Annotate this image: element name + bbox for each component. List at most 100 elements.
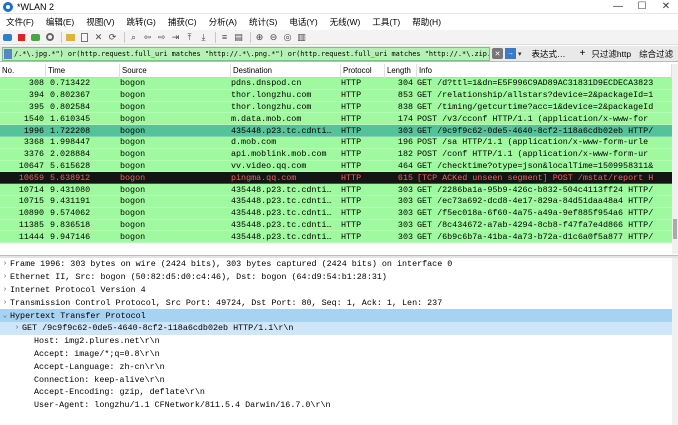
maximize-button[interactable]: ☐ [630, 0, 654, 14]
collapsed-arrow-icon[interactable]: › [0, 299, 10, 307]
detail-row[interactable]: ⌄ Hypertext Transfer Protocol [0, 309, 672, 322]
stop-capture-icon[interactable] [16, 32, 27, 43]
packet-row[interactable]: 3368 1.998447 bogon d.mob.com HTTP 196 POST /s… [0, 136, 672, 149]
packet-row[interactable]: 10647 5.615628 bogon vv.video.qq.com HTTP 464… [0, 160, 672, 173]
colorize-icon[interactable]: ▤ [233, 32, 244, 43]
details-scrollbar[interactable] [672, 258, 678, 425]
packet-row[interactable]: 3376 2.028884 bogon api.moblink.mob.com HTTP… [0, 148, 672, 161]
detail-row[interactable]: Accept-Encoding: gzip, deflate\r\n [0, 386, 672, 399]
menu-file[interactable]: 文件(F) [0, 16, 40, 28]
packet-cell-info: GET /relationship/allstars?device=2&pack… [417, 90, 654, 101]
close-button[interactable]: ✕ [654, 0, 678, 14]
packet-row[interactable]: 10890 9.574062 bogon 435448.p23.tc.cdnti… HT… [0, 207, 672, 220]
detail-row[interactable]: › Internet Protocol Version 4 [0, 284, 672, 297]
packet-row[interactable]: 1996 1.722208 bogon 435448.p23.tc.cdnti… HTT… [0, 125, 672, 137]
detail-row[interactable]: › Frame 1996: 303 bytes on wire (2424 bit… [0, 258, 672, 271]
packet-cell-info: POST /v3/cconf HTTP/1.1 (application/x-w… [417, 113, 649, 124]
detail-row[interactable]: Accept-Language: zh-cn\r\n [0, 360, 672, 373]
packet-cell-src: bogon [120, 149, 146, 160]
capture-options-icon[interactable] [44, 32, 55, 43]
detail-row[interactable]: › Ethernet II, Src: bogon (50:82:d5:d0:c4… [0, 271, 672, 284]
packet-row[interactable]: 394 0.802367 bogon thor.longzhu.com HTTP 853 G… [0, 89, 672, 102]
zoom-in-icon[interactable]: ⊕ [254, 32, 265, 43]
start-capture-icon[interactable] [2, 32, 13, 43]
filter-bookmark-icon[interactable] [4, 48, 12, 59]
detail-row[interactable]: Connection: keep-alive\r\n [0, 373, 672, 386]
collapsed-arrow-icon[interactable]: › [0, 273, 10, 281]
column-header-time[interactable]: Time [46, 64, 120, 78]
collapsed-arrow-icon[interactable]: › [0, 286, 10, 294]
packet-row[interactable]: 1540 1.610345 bogon m.data.mob.com HTTP 174 PO… [0, 113, 672, 126]
close-file-icon[interactable]: ✕ [93, 32, 104, 43]
detail-row[interactable]: Host: img2.plures.net\r\n [0, 335, 672, 348]
go-to-packet-icon[interactable]: ⇥ [170, 32, 181, 43]
packet-row[interactable]: 395 0.802584 bogon thor.longzhu.com HTTP 838 G… [0, 101, 672, 114]
collapsed-arrow-icon[interactable]: › [12, 324, 22, 332]
menu-analyze[interactable]: 分析(A) [203, 16, 243, 28]
menu-bar: 文件(F) 编辑(E) 视图(V) 跳转(G) 捕获(C) 分析(A) 统计(S… [0, 15, 678, 29]
zoom-out-icon[interactable]: ⊖ [268, 32, 279, 43]
detail-row[interactable]: User-Agent: longzhu/1.1 CFNetwork/811.5.… [0, 399, 672, 412]
packet-cell-time: 2.028884 [50, 149, 91, 160]
clear-filter-icon[interactable]: ✕ [492, 48, 503, 59]
packet-cell-proto: HTTP [341, 231, 362, 242]
packet-row[interactable]: 10714 9.431080 bogon 435448.p23.tc.cdnti… HT… [0, 184, 672, 196]
filter-button-combined[interactable]: 综合过滤 [639, 48, 673, 60]
packet-cell-info: GET /timing/getcurtime?acc=1&device=2&pa… [417, 101, 654, 112]
expanded-arrow-icon[interactable]: ⌄ [0, 311, 10, 320]
go-forward-icon[interactable]: ⇨ [156, 32, 167, 43]
detail-row[interactable]: Accept: image/*;q=0.8\r\n [0, 348, 672, 361]
menu-go[interactable]: 跳转(G) [121, 16, 162, 28]
packet-cell-time: 5.638912 [50, 172, 91, 183]
packet-cell-len: 303 [397, 231, 413, 242]
menu-statistics[interactable]: 统计(S) [243, 16, 283, 28]
packet-cell-time: 9.836518 [50, 219, 91, 230]
menu-capture[interactable]: 捕获(C) [162, 16, 203, 28]
packet-cell-info: GET /8c434672-a7ab-4294-8cb8-f47fa7e4d86… [417, 219, 654, 230]
apply-filter-icon[interactable]: → [505, 48, 516, 59]
display-filter-input[interactable]: /.*\.jpg.*") or(http.request.full_uri ma… [2, 46, 490, 61]
collapsed-arrow-icon[interactable]: › [0, 260, 10, 268]
column-header-protocol[interactable]: Protocol [341, 64, 385, 78]
last-packet-icon[interactable]: ⤓ [198, 32, 209, 43]
filter-history-dropdown-icon[interactable]: ▾ [518, 50, 522, 58]
restart-capture-icon[interactable] [30, 32, 41, 43]
menu-help[interactable]: 帮助(H) [406, 16, 447, 28]
packet-row[interactable]: 11444 9.947146 bogon 435448.p23.tc.cdnti… HT… [0, 231, 672, 244]
save-file-icon[interactable] [79, 32, 90, 43]
resize-columns-icon[interactable]: ▥ [296, 32, 307, 43]
menu-tools[interactable]: 工具(T) [366, 16, 406, 28]
detail-row[interactable]: › Transmission Control Protocol, Src Port… [0, 296, 672, 309]
filter-button-http-only[interactable]: 只过滤http [591, 48, 631, 60]
column-header-info[interactable]: Info [417, 64, 672, 78]
detail-row[interactable]: › GET /9c9f9c62-0de5-4640-8cf2-118a6cdb02… [0, 321, 672, 335]
filter-text[interactable]: /.*\.jpg.*") or(http.request.full_uri ma… [14, 50, 489, 58]
packet-list-scrollbar[interactable] [672, 64, 678, 254]
find-packet-icon[interactable]: ⌕ [128, 32, 139, 43]
menu-edit[interactable]: 编辑(E) [40, 16, 80, 28]
packet-row[interactable]: 308 0.713422 bogon pdns.dnspod.cn HTTP 304 GET… [0, 78, 672, 90]
expression-button[interactable]: 表达式… [532, 48, 566, 60]
scrollbar-thumb[interactable] [673, 219, 677, 239]
packet-row[interactable]: 11385 9.836518 bogon 435448.p23.tc.cdnti… HT… [0, 219, 672, 232]
column-header-source[interactable]: Source [120, 64, 231, 78]
packet-cell-len: 303 [397, 196, 413, 207]
reload-icon[interactable]: ⟳ [107, 32, 118, 43]
add-filter-button[interactable]: + [580, 48, 586, 59]
autoscroll-icon[interactable]: ≡ [219, 32, 230, 43]
normal-size-icon[interactable]: ◎ [282, 32, 293, 43]
packet-row[interactable]: 10659 5.638912 bogon pingma.qq.com HTTP 615 [T… [0, 172, 672, 185]
go-back-icon[interactable]: ⇦ [142, 32, 153, 43]
menu-view[interactable]: 视图(V) [80, 16, 120, 28]
open-file-icon[interactable] [65, 32, 76, 43]
menu-wireless[interactable]: 无线(W) [324, 16, 367, 28]
packet-cell-src: bogon [120, 101, 146, 112]
first-packet-icon[interactable]: ⤒ [184, 32, 195, 43]
column-header-no[interactable]: No. [0, 64, 46, 78]
column-header-length[interactable]: Length [385, 64, 417, 78]
column-header-destination[interactable]: Destination [231, 64, 341, 78]
menu-telephony[interactable]: 电话(Y) [283, 16, 323, 28]
packet-row[interactable]: 10715 9.431191 bogon 435448.p23.tc.cdnti… HT… [0, 195, 672, 208]
minimize-button[interactable]: — [606, 0, 630, 14]
packet-cell-info: GET /2286ba1a-95b9-426c-b832-504c4113ff2… [417, 184, 654, 195]
